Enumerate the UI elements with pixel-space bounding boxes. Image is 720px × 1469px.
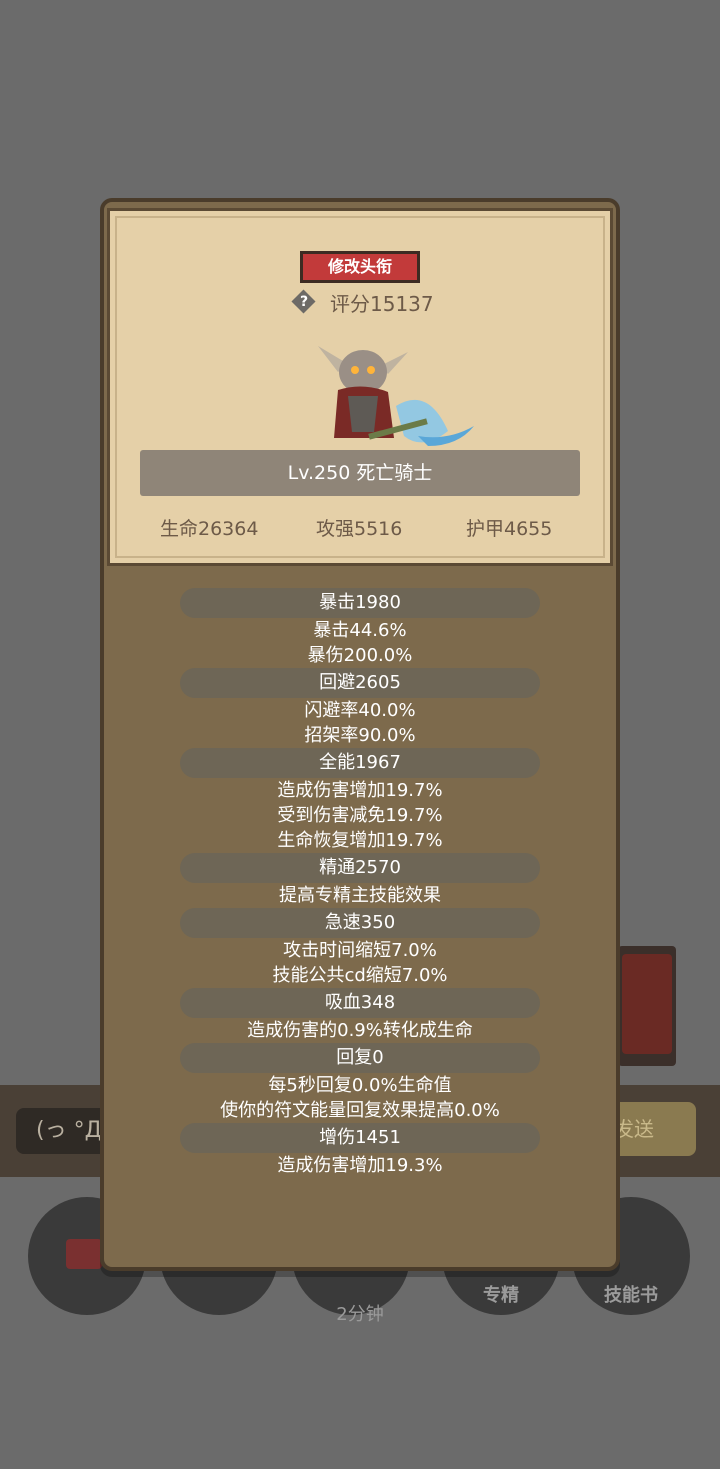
- help-icon[interactable]: ?: [291, 289, 316, 314]
- attribute-detail: 闪避率40.0%: [304, 700, 416, 721]
- crit-group: 暴击1980 暴击44.6% 暴伤200.0%: [180, 588, 540, 668]
- level-name-bar: Lv.250 死亡骑士: [140, 450, 580, 496]
- lifesteal-group: 吸血348 造成伤害的0.9%转化成生命: [180, 988, 540, 1043]
- attribute-detail: 招架率90.0%: [304, 725, 416, 746]
- attribute-header: 回复0: [180, 1043, 540, 1073]
- attribute-detail: 生命恢复增加19.7%: [277, 830, 443, 851]
- attack-power-stat: 攻强5516: [316, 518, 403, 540]
- mastery-group: 精通2570 提高专精主技能效果: [180, 853, 540, 908]
- score-label: 评分15137: [330, 292, 434, 316]
- specialization-label: 专精: [483, 1285, 519, 1306]
- attribute-detail: 攻击时间缩短7.0%: [283, 940, 437, 961]
- attribute-header: 全能1967: [180, 748, 540, 778]
- attribute-detail: 使你的符文能量回复效果提高0.0%: [220, 1100, 500, 1121]
- timer-label: 2分钟: [336, 1304, 384, 1325]
- attribute-detail: 造成伤害增加19.3%: [277, 1155, 443, 1176]
- attribute-header: 吸血348: [180, 988, 540, 1018]
- attribute-header: 精通2570: [180, 853, 540, 883]
- edit-title-button[interactable]: 修改头衔: [300, 251, 420, 283]
- attribute-detail: 造成伤害的0.9%转化成生命: [247, 1020, 473, 1041]
- attribute-detail: 每5秒回复0.0%生命值: [268, 1075, 452, 1096]
- dodge-group: 回避2605 闪避率40.0% 招架率90.0%: [180, 668, 540, 748]
- versatility-group: 全能1967 造成伤害增加19.7% 受到伤害减免19.7% 生命恢复增加19.…: [180, 748, 540, 853]
- armor-stat: 护甲4655: [466, 518, 553, 540]
- attribute-detail: 造成伤害增加19.7%: [277, 780, 443, 801]
- damage-bonus-group: 增伤1451 造成伤害增加19.3%: [180, 1123, 540, 1178]
- attribute-detail: 技能公共cd缩短7.0%: [272, 965, 448, 986]
- attribute-list: 暴击1980 暴击44.6% 暴伤200.0% 回避2605 闪避率40.0% …: [180, 588, 540, 1178]
- gift-icon: [66, 1239, 102, 1269]
- attribute-detail: 提高专精主技能效果: [279, 885, 441, 906]
- attribute-detail: 受到伤害减免19.7%: [277, 805, 443, 826]
- attribute-header: 暴击1980: [180, 588, 540, 618]
- attribute-detail: 暴击44.6%: [313, 620, 407, 641]
- background-card: [618, 946, 676, 1066]
- attribute-header: 急速350: [180, 908, 540, 938]
- attribute-header: 增伤1451: [180, 1123, 540, 1153]
- attribute-header: 回避2605: [180, 668, 540, 698]
- regen-group: 回复0 每5秒回复0.0%生命值 使你的符文能量回复效果提高0.0%: [180, 1043, 540, 1123]
- skill-book-label: 技能书: [604, 1285, 658, 1306]
- attribute-detail: 暴伤200.0%: [307, 645, 413, 666]
- haste-group: 急速350 攻击时间缩短7.0% 技能公共cd缩短7.0%: [180, 908, 540, 988]
- death-knight-avatar: [318, 346, 474, 446]
- hp-stat: 生命26364: [160, 518, 259, 540]
